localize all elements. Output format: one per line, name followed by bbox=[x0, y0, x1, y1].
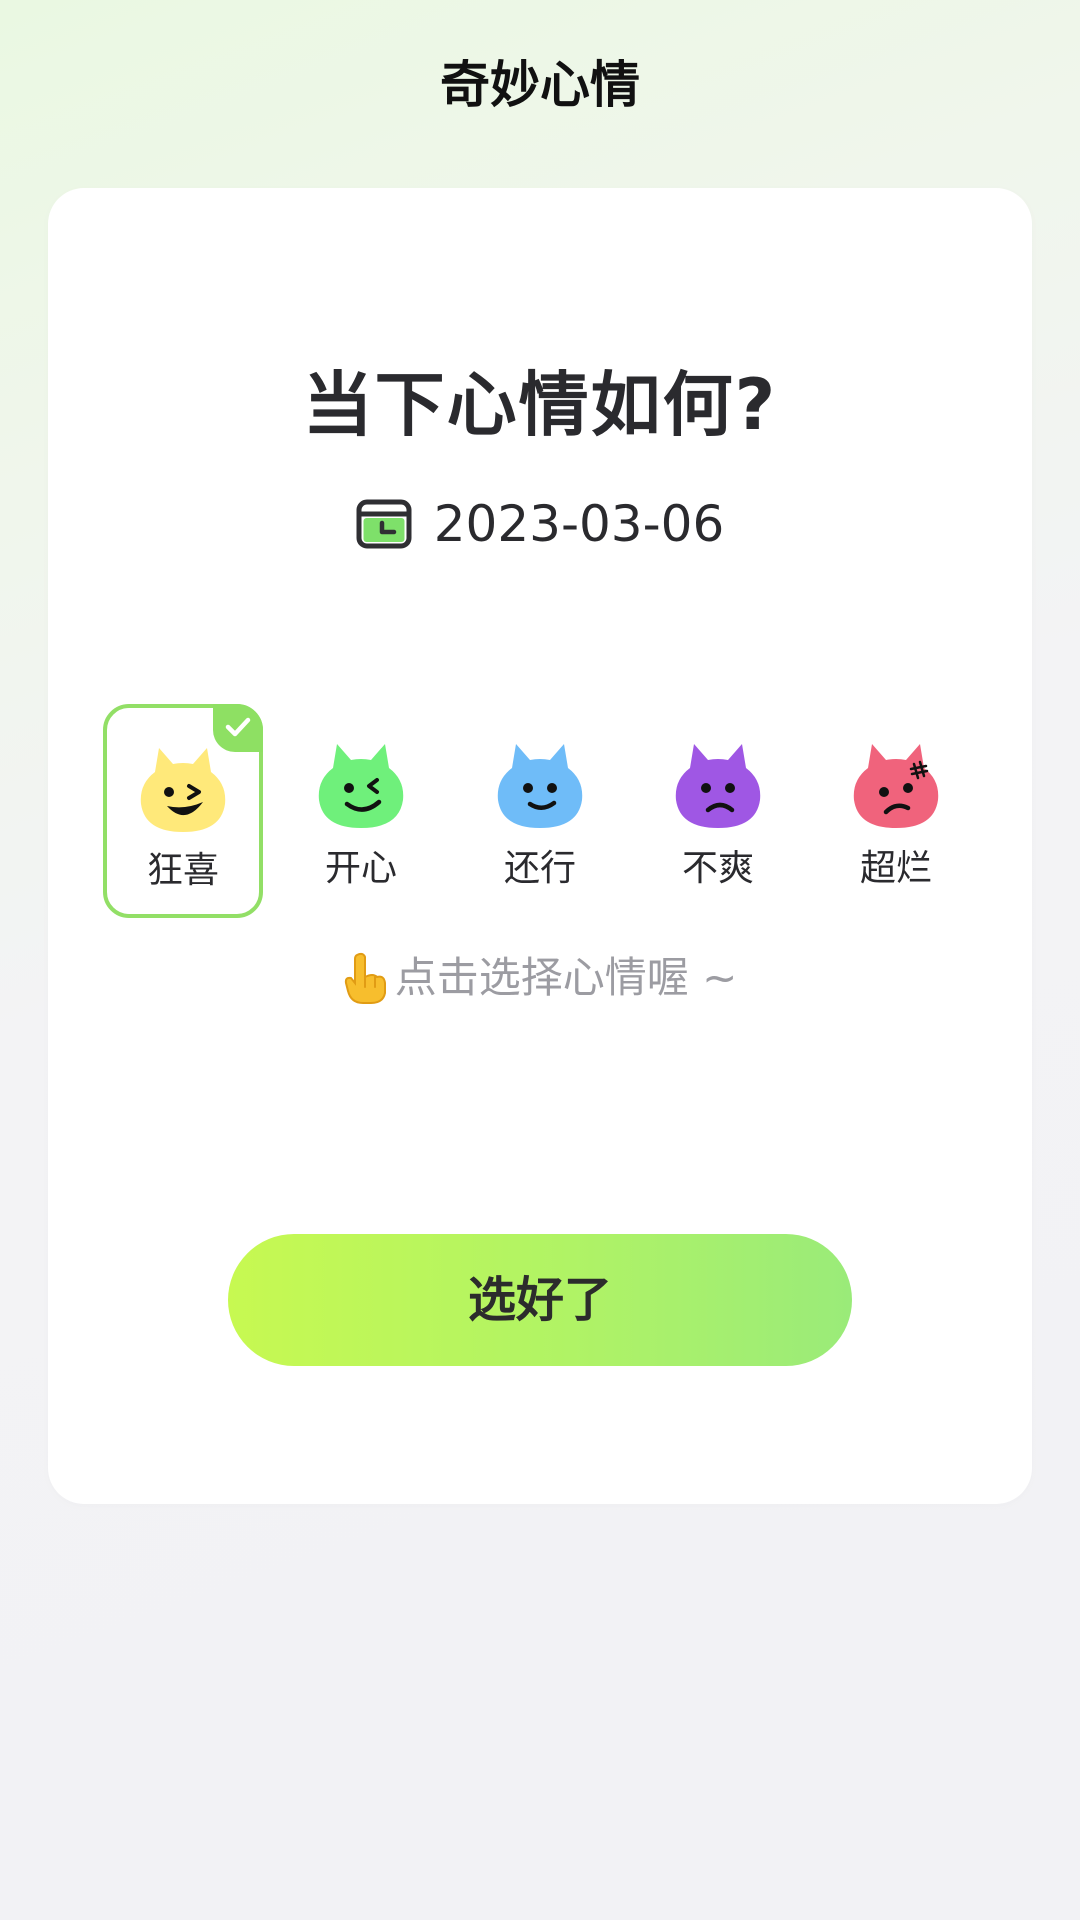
mood-label: 还行 bbox=[503, 848, 576, 889]
upset-face-icon bbox=[675, 744, 761, 828]
pointing-hand-icon bbox=[344, 952, 386, 1004]
calendar-icon bbox=[356, 499, 412, 549]
app-title: 奇妙心情 bbox=[440, 56, 640, 114]
mood-label: 狂喜 bbox=[146, 850, 219, 891]
hint-row: 点击选择心情喔 ~ bbox=[0, 950, 1080, 1006]
mood-label: 不爽 bbox=[681, 848, 754, 889]
check-icon bbox=[225, 717, 251, 737]
mood-selector: 狂喜 开心 还行 不爽 超烂 bbox=[0, 704, 1080, 920]
happy-face-icon bbox=[318, 744, 404, 828]
mood-label: 超烂 bbox=[859, 848, 932, 889]
mood-option-ecstatic[interactable]: 狂喜 bbox=[103, 704, 263, 918]
date-text: 2023-03-06 bbox=[433, 495, 725, 553]
hint-text: 点击选择心情喔 ~ bbox=[394, 953, 738, 1002]
date-row[interactable]: 2023-03-06 bbox=[0, 494, 1080, 554]
mood-question: 当下心情如何? bbox=[302, 364, 778, 446]
mood-option-upset[interactable]: 不爽 bbox=[638, 704, 798, 918]
selected-check-badge bbox=[213, 704, 263, 752]
mood-option-okay[interactable]: 还行 bbox=[460, 704, 620, 918]
terrible-face-icon bbox=[853, 744, 939, 828]
mood-option-happy[interactable]: 开心 bbox=[281, 704, 441, 918]
confirm-button[interactable]: 选好了 bbox=[228, 1234, 852, 1366]
mood-label: 开心 bbox=[324, 848, 397, 889]
ecstatic-face-icon bbox=[140, 748, 226, 832]
mood-option-terrible[interactable]: 超烂 bbox=[816, 704, 976, 918]
okay-face-icon bbox=[497, 744, 583, 828]
